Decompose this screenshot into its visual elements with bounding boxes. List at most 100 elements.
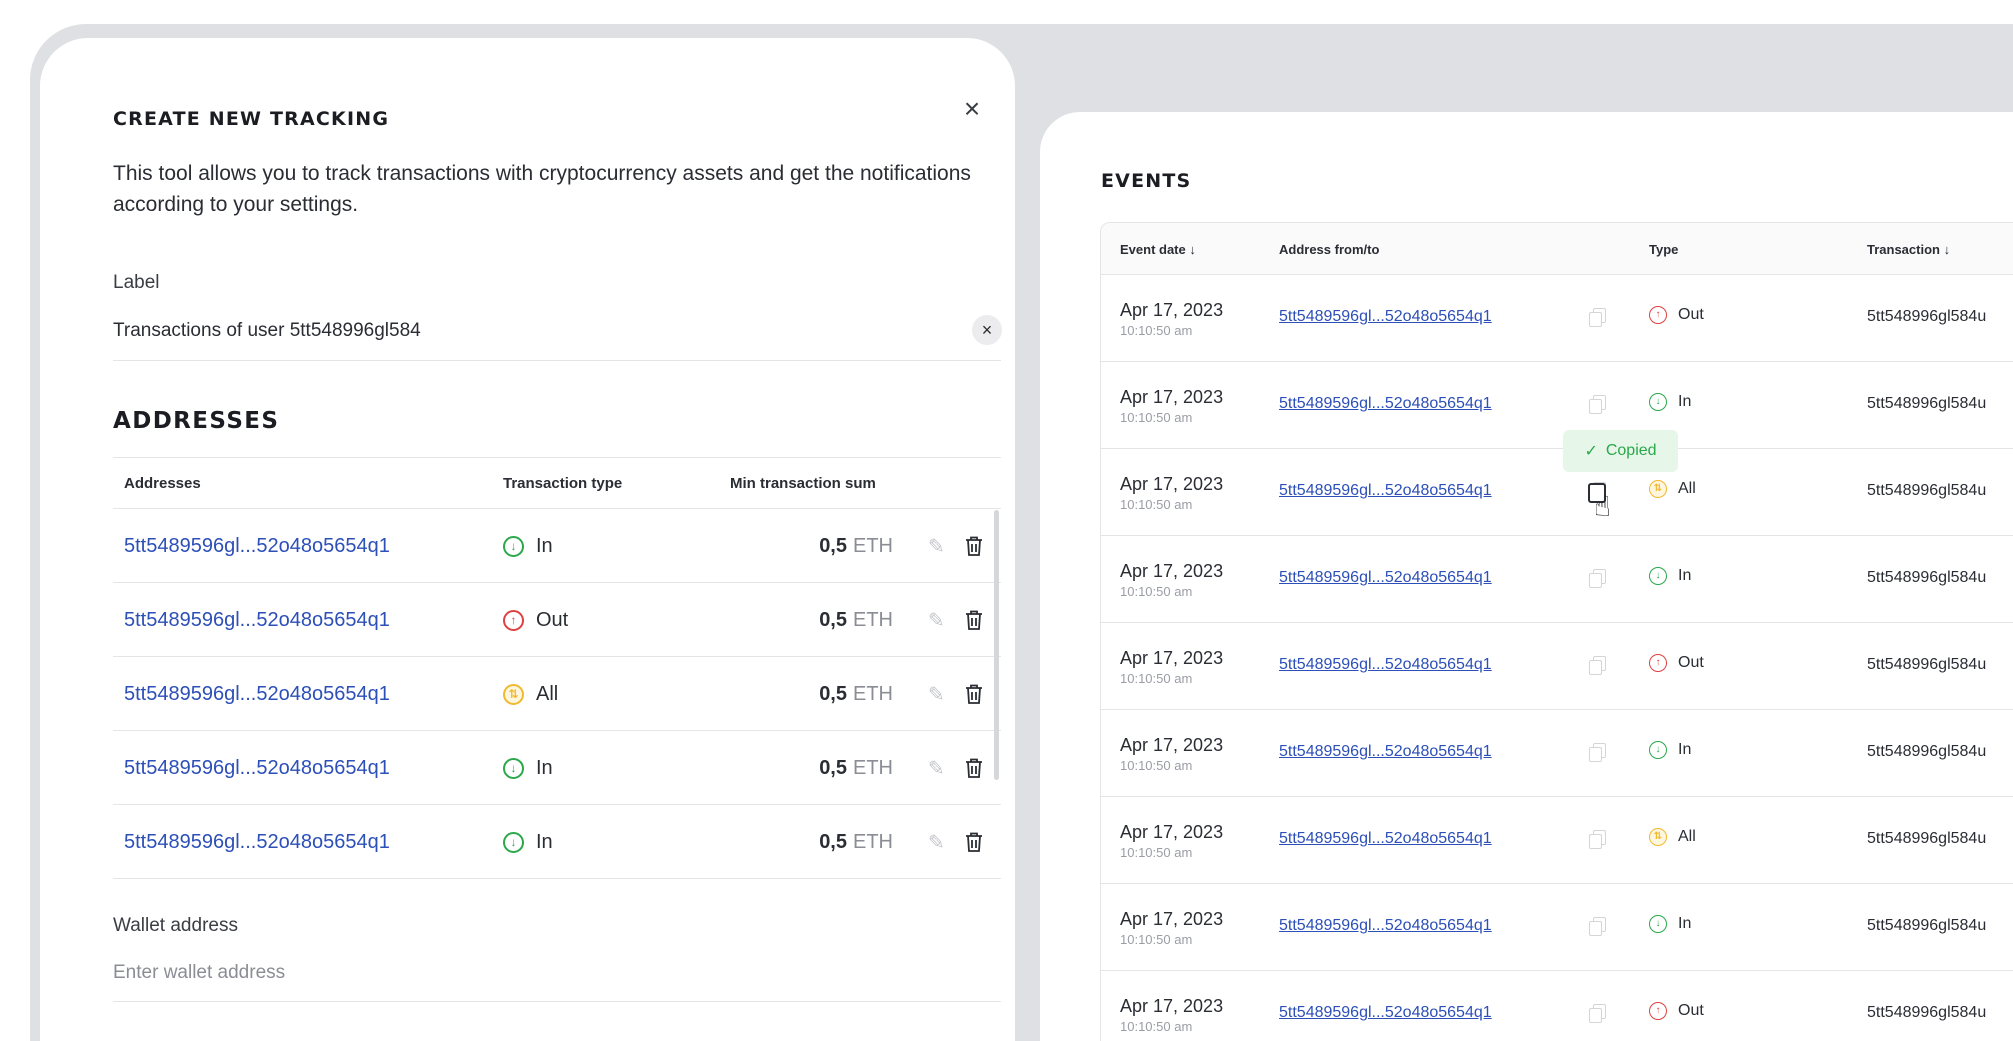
events-table-header: Event date ↓ Address from/to Type Transa… [1101,223,2013,275]
event-address-link[interactable]: 5tt5489596gl...52o48o5654q1 [1279,917,1492,935]
event-date: Apr 17, 2023 [1120,300,1224,320]
address-link[interactable]: 5tt5489596gl...52o48o5654q1 [124,583,390,657]
transaction-type: ⇅ All [503,657,558,731]
arrow-down-circle-icon: ↓ [503,535,524,557]
event-row: Apr 17, 2023 10:10:50 am 5tt5489596gl...… [1101,797,2013,884]
header-event-date[interactable]: Event date ↓ [1120,242,1196,257]
addresses-scrollbar[interactable] [994,510,999,780]
transaction-id: 5tt548996gl584u [1867,656,1987,673]
header-addresses: Addresses [124,475,201,492]
event-type: ↓ In [1649,393,1691,411]
currency: ETH [853,756,893,779]
event-address-link[interactable]: 5tt5489596gl...52o48o5654q1 [1279,830,1492,848]
event-address-link[interactable]: 5tt5489596gl...52o48o5654q1 [1279,656,1492,674]
transaction-type: ↑ Out [503,583,568,657]
header-min-sum: Min transaction sum [730,475,876,492]
close-icon[interactable]: × [958,93,986,124]
event-time: 10:10:50 am [1120,932,1193,947]
event-date: Apr 17, 2023 [1120,735,1224,755]
currency: ETH [853,830,893,853]
amount: 0,5 [819,534,847,557]
header-type: Type [1649,242,1679,257]
event-address-link[interactable]: 5tt5489596gl...52o48o5654q1 [1279,1004,1492,1022]
event-time: 10:10:50 am [1120,410,1193,425]
copy-icon[interactable] [1589,308,1606,327]
edit-icon[interactable]: ✎ [928,657,945,731]
min-sum: 0,5 ETH [819,805,893,879]
event-address-link[interactable]: 5tt5489596gl...52o48o5654q1 [1279,569,1492,587]
copy-icon[interactable] [1589,656,1606,675]
address-link[interactable]: 5tt5489596gl...52o48o5654q1 [124,805,390,879]
amount: 0,5 [819,830,847,853]
wallet-field-underline [113,1001,1001,1002]
event-date: Apr 17, 2023 [1120,387,1224,407]
arrow-down-circle-icon: ↓ [503,757,524,779]
event-row: Apr 17, 2023 10:10:50 am 5tt5489596gl...… [1101,536,2013,623]
type-label: Out [1678,306,1704,323]
clear-label-icon[interactable]: × [972,315,1002,345]
transaction-type: ↓ In [503,509,553,583]
trash-icon[interactable] [965,805,983,879]
edit-icon[interactable]: ✎ [928,509,945,583]
event-date: Apr 17, 2023 [1120,648,1224,668]
arrow-down-circle-icon: ↓ [1649,915,1667,933]
type-label: In [1678,741,1692,758]
event-address-link[interactable]: 5tt5489596gl...52o48o5654q1 [1279,482,1492,500]
arrow-up-circle-icon: ↑ [503,609,524,631]
trash-icon[interactable] [965,583,983,657]
wallet-address-input[interactable]: Enter wallet address [113,962,285,984]
amount: 0,5 [819,756,847,779]
event-address-link[interactable]: 5tt5489596gl...52o48o5654q1 [1279,743,1492,761]
event-type: ↑ Out [1649,654,1704,672]
header-transaction-type: Transaction type [503,475,623,492]
copy-icon[interactable] [1589,743,1606,762]
event-time: 10:10:50 am [1120,323,1193,338]
address-link[interactable]: 5tt5489596gl...52o48o5654q1 [124,509,390,583]
address-link[interactable]: 5tt5489596gl...52o48o5654q1 [124,731,390,805]
event-row: Apr 17, 2023 10:10:50 am 5tt5489596gl...… [1101,623,2013,710]
modal-description: This tool allows you to track transactio… [113,162,971,216]
edit-icon[interactable]: ✎ [928,731,945,805]
event-time: 10:10:50 am [1120,845,1193,860]
transaction-type: ↓ In [503,731,553,805]
type-label: In [1678,393,1692,410]
event-time: 10:10:50 am [1120,1019,1193,1034]
event-row: Apr 17, 2023 10:10:50 am 5tt5489596gl...… [1101,275,2013,362]
transaction-id: 5tt548996gl584u [1867,569,1987,586]
event-time: 10:10:50 am [1120,584,1193,599]
label-field-input[interactable]: Transactions of user 5tt548996gl584 [113,320,421,342]
type-label: In [536,756,553,779]
copy-icon[interactable] [1589,917,1606,936]
event-row: Apr 17, 2023 10:10:50 am 5tt5489596gl...… [1101,971,2013,1041]
wallet-field-label: Wallet address [113,915,238,936]
trash-icon[interactable] [965,731,983,805]
trash-icon[interactable] [965,509,983,583]
transaction-id: 5tt548996gl584u [1867,743,1987,760]
header-address: Address from/to [1279,242,1380,257]
min-sum: 0,5 ETH [819,731,893,805]
copied-tooltip: ✓ Copied [1563,430,1678,472]
copy-icon[interactable] [1589,395,1606,414]
amount: 0,5 [819,608,847,631]
copy-icon[interactable] [1589,1004,1606,1023]
edit-icon[interactable]: ✎ [928,583,945,657]
type-label: All [1678,828,1696,845]
arrow-up-circle-icon: ↑ [1649,306,1667,324]
event-address-link[interactable]: 5tt5489596gl...52o48o5654q1 [1279,308,1492,326]
transaction-id: 5tt548996gl584u [1867,1004,1987,1021]
events-title: EVENTS [1101,170,1192,192]
arrow-down-circle-icon: ↓ [1649,741,1667,759]
copy-icon[interactable] [1589,569,1606,588]
trash-icon[interactable] [965,657,983,731]
header-transaction[interactable]: Transaction ↓ [1867,242,1950,257]
addresses-table: Addresses Transaction type Min transacti… [113,457,1001,879]
arrow-up-circle-icon: ↑ [1649,654,1667,672]
type-label: Out [1678,654,1704,671]
swap-circle-icon: ⇅ [1649,828,1667,846]
event-date: Apr 17, 2023 [1120,996,1224,1016]
event-address-link[interactable]: 5tt5489596gl...52o48o5654q1 [1279,395,1492,413]
address-link[interactable]: 5tt5489596gl...52o48o5654q1 [124,657,390,731]
copy-icon[interactable] [1589,830,1606,849]
edit-icon[interactable]: ✎ [928,805,945,879]
event-date: Apr 17, 2023 [1120,822,1224,842]
